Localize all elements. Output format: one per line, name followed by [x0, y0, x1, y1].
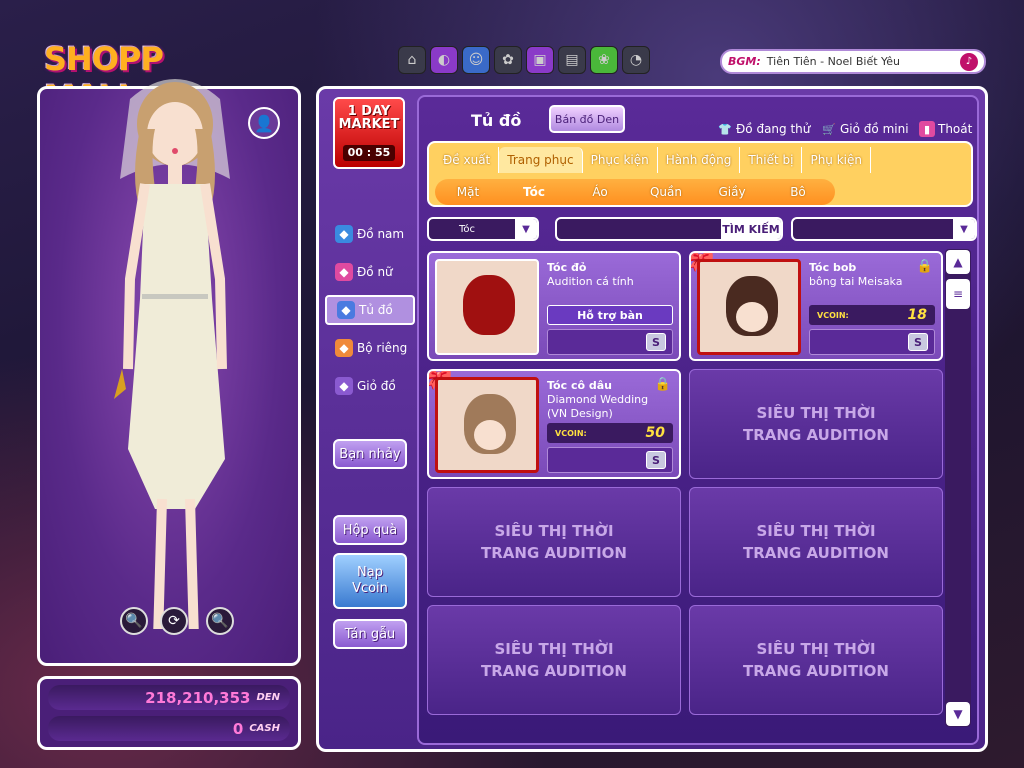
- bgm-label: BGM:: [728, 55, 761, 68]
- buy-button[interactable]: S: [908, 333, 928, 351]
- empty-slot: SIÊU THỊ THỜI TRANG AUDITION: [427, 605, 681, 715]
- face-icon[interactable]: ☺: [462, 46, 490, 74]
- character-preview: 👤 🔍 ⟳ 🔍: [37, 79, 301, 666]
- tab[interactable]: Trang phục: [499, 147, 583, 173]
- empty-slot: SIÊU THỊ THỜI TRANG AUDITION: [689, 605, 943, 715]
- filter-bar: Tóc ▼ TÌM KIẾM ▼: [427, 217, 977, 241]
- basket-icon: 🛒: [822, 122, 836, 136]
- category-nav: ◆ Đồ nam ◆ Đồ nữ ◆ Tủ đồ ◆ Bộ riêng ◆ Giỏ đồ: [325, 219, 415, 409]
- bgm-title: Tiên Tiên - Noel Biết Yêu: [766, 55, 901, 68]
- item-thumbnail: [697, 259, 801, 355]
- top-toolbar: ⌂ ◐ ☺ ✿ ▣ ▤ ❀ ◔: [398, 46, 650, 74]
- photo-icon[interactable]: ▤: [558, 46, 586, 74]
- bgm-bar: BGM: Tiên Tiên - Noel Biết Yêu ♪: [720, 49, 986, 74]
- gear-icon[interactable]: ✿: [494, 46, 522, 74]
- empty-slot: SIÊU THỊ THỜI TRANG AUDITION: [427, 487, 681, 597]
- nav-item[interactable]: ◆ Bộ riêng: [325, 333, 415, 363]
- house-icon[interactable]: ⌂: [398, 46, 426, 74]
- exit-door-icon: ▮: [919, 121, 935, 137]
- search-button[interactable]: TÌM KIẾM: [721, 219, 781, 239]
- tabs-container: Đề xuất Trang phục Phục kiện Hành động Thiết…: [427, 141, 973, 207]
- music-icon[interactable]: ♪: [960, 52, 978, 71]
- nav-item[interactable]: ◆ Đồ nam: [325, 219, 415, 249]
- sub-tab[interactable]: Giầy: [699, 179, 765, 205]
- category-icon: ◆: [335, 377, 353, 395]
- category-icon: ◆: [335, 339, 353, 357]
- sub-tab[interactable]: Tóc: [501, 179, 567, 205]
- item-card[interactable]: Tóc đỏ Audition cá tính Hỗ trợ bàn S: [427, 251, 681, 361]
- tab[interactable]: Hành động: [658, 147, 741, 173]
- wardrobe-header: Tủ đồ Bán đồ Den 👕 Đồ đang thử 🛒 Giỏ đồ mi…: [419, 97, 977, 137]
- gift-box-button[interactable]: Hộp quà: [333, 515, 407, 545]
- character-figure: [114, 79, 230, 629]
- item-thumbnail: [435, 259, 539, 355]
- tab[interactable]: Đề xuất: [435, 147, 500, 173]
- chevron-down-icon: ▼: [953, 219, 975, 239]
- zoom-out-icon[interactable]: 🔍: [206, 607, 234, 635]
- buy-button[interactable]: S: [646, 333, 666, 351]
- category-icon: ◆: [337, 301, 355, 319]
- item-card[interactable]: 🎀 🔒 Tóc bobbông tai Meisaka VCOIN:18 S: [689, 251, 943, 361]
- support-button[interactable]: Hỗ trợ bàn: [547, 305, 673, 325]
- category-icon: ◆: [335, 225, 353, 243]
- search-input[interactable]: TÌM KIẾM: [555, 217, 783, 241]
- zoom-in-icon[interactable]: 🔍: [120, 607, 148, 635]
- tab[interactable]: Phụ kiện: [802, 147, 871, 173]
- trying-link[interactable]: 👕 Đồ đang thử: [717, 121, 810, 137]
- page-title: Tủ đồ: [471, 111, 522, 130]
- item-thumbnail: [435, 377, 539, 473]
- main-tabs: Đề xuất Trang phục Phục kiện Hành động Thiết…: [435, 147, 871, 173]
- cash-balance: 0 CASH: [48, 716, 290, 741]
- nav-item[interactable]: ◆ Đồ nữ: [325, 257, 415, 287]
- topup-vcoin-button[interactable]: Nạp Vcoin: [333, 553, 407, 609]
- currency-panel: 218,210,353 DEN 0 CASH: [37, 676, 301, 750]
- empty-slot: SIÊU THỊ THỜI TRANG AUDITION: [689, 487, 943, 597]
- one-day-market-button[interactable]: 1 DAY MARKET 00 : 55: [333, 97, 405, 169]
- sub-tabs: Mặt Tóc Áo Quần Giầy Bô: [435, 179, 835, 205]
- tab[interactable]: Phục kiện: [583, 147, 658, 173]
- item-grid: Tóc đỏAudition cá tính Hỗ trợ bàn S 🎀 🔒 …: [427, 251, 943, 715]
- tv-icon[interactable]: ▣: [526, 46, 554, 74]
- sell-den-button[interactable]: Bán đồ Den: [549, 105, 625, 133]
- category-dropdown[interactable]: Tóc ▼: [427, 217, 539, 241]
- sub-tab[interactable]: Bô: [765, 179, 831, 205]
- market-timer: 00 : 55: [343, 145, 395, 161]
- khuvuon-icon[interactable]: ❀: [590, 46, 618, 74]
- egg-icon[interactable]: ◐: [430, 46, 458, 74]
- exit-link[interactable]: ▮ Thoát: [919, 121, 972, 137]
- dance-partner-button[interactable]: Bạn nhảy: [333, 439, 407, 469]
- scroll-thumb[interactable]: ≡: [946, 279, 970, 309]
- sub-tab[interactable]: Mặt: [435, 179, 501, 205]
- chevron-down-icon: ▼: [515, 219, 537, 239]
- chat-button[interactable]: Tán gẫu: [333, 619, 407, 649]
- mini-cart-link[interactable]: 🛒 Giỏ đồ mini: [821, 121, 908, 137]
- nav-item[interactable]: ◆ Tủ đồ: [325, 295, 415, 325]
- item-scrollbar[interactable]: ▲ ≡ ▼: [945, 249, 971, 727]
- shirt-icon: 👕: [718, 122, 732, 136]
- avatar-icon[interactable]: 👤: [248, 107, 280, 139]
- category-icon: ◆: [335, 263, 353, 281]
- sub-tab[interactable]: Quần: [633, 179, 699, 205]
- den-balance: 218,210,353 DEN: [48, 685, 290, 710]
- scroll-up-icon[interactable]: ▲: [946, 250, 970, 274]
- scroll-down-icon[interactable]: ▼: [946, 702, 970, 726]
- sort-dropdown[interactable]: ▼: [791, 217, 977, 241]
- sub-tab[interactable]: Áo: [567, 179, 633, 205]
- empty-slot: SIÊU THỊ THỜI TRANG AUDITION: [689, 369, 943, 479]
- item-card[interactable]: 🎀 🔒 Tóc cô dâuDiamond Wedding(VN Design)…: [427, 369, 681, 479]
- shop-main-panel: 1 DAY MARKET 00 : 55 ◆ Đồ nam ◆ Đồ nữ ◆ Tủ đồ…: [316, 86, 988, 752]
- buy-button[interactable]: S: [646, 451, 666, 469]
- nav-item[interactable]: ◆ Giỏ đồ: [325, 371, 415, 401]
- wardrobe-panel: Tủ đồ Bán đồ Den 👕 Đồ đang thử 🛒 Giỏ đồ mi…: [417, 95, 979, 745]
- rotate-icon[interactable]: ⟳: [160, 607, 188, 635]
- settings-icon[interactable]: ◔: [622, 46, 650, 74]
- tab[interactable]: Thiết bị: [740, 147, 803, 173]
